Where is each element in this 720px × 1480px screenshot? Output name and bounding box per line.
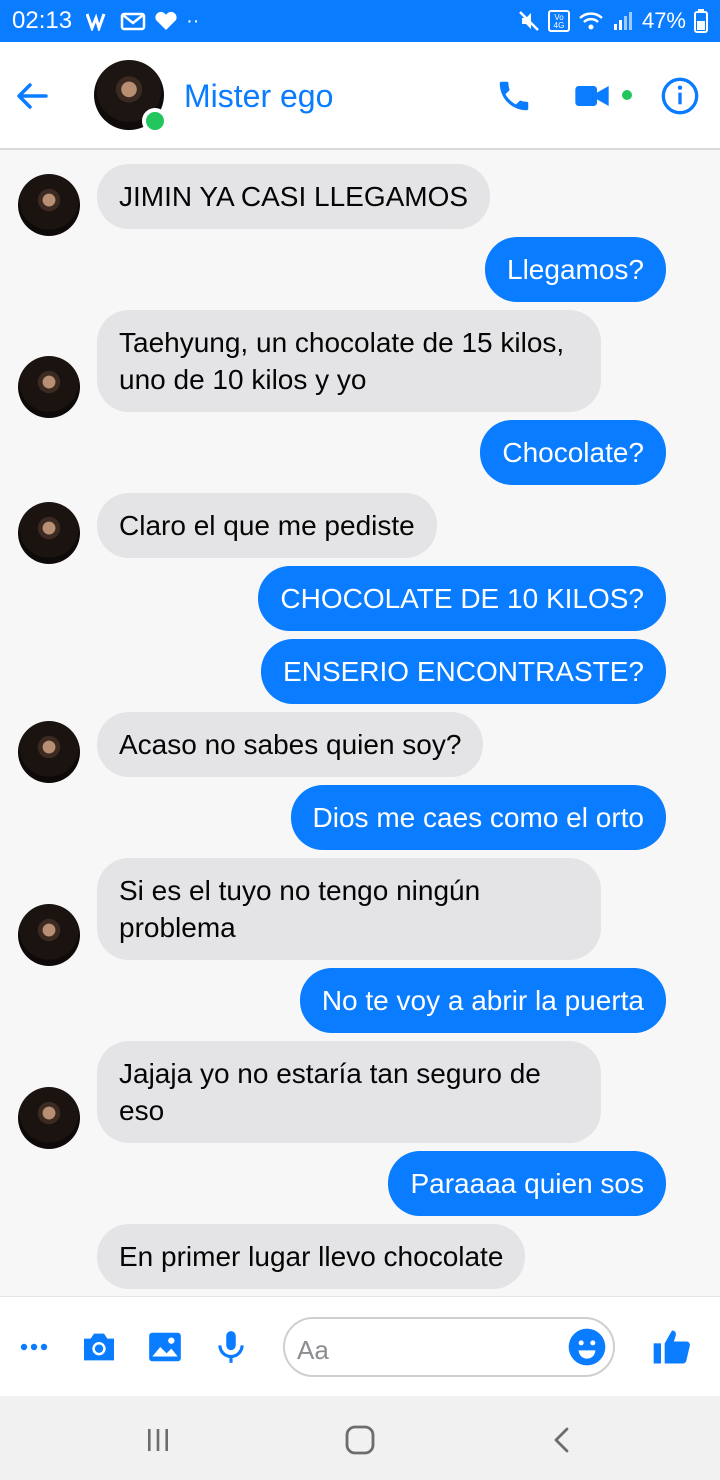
- mute-icon: [519, 11, 539, 31]
- like-button[interactable]: [650, 1325, 694, 1369]
- video-active-dot: [622, 90, 632, 100]
- video-camera-icon: [575, 86, 609, 106]
- voice-call-button[interactable]: [492, 74, 536, 118]
- message-bubble-incoming[interactable]: Taehyung, un chocolate de 15 kilos, uno …: [97, 310, 601, 412]
- info-icon: [661, 77, 699, 115]
- back-icon: [554, 1427, 569, 1453]
- heart-icon: [155, 11, 177, 30]
- svg-text:4G: 4G: [554, 21, 565, 30]
- message-bubble-incoming[interactable]: Si es el tuyo no tengo ningún problema: [97, 858, 601, 960]
- sender-avatar: [18, 356, 80, 418]
- gallery-button[interactable]: [143, 1325, 187, 1369]
- home-icon: [345, 1425, 375, 1455]
- message-bubble-incoming[interactable]: JIMIN YA CASI LLEGAMOS: [97, 164, 491, 229]
- status-bar: 02:13 ·· Vo 4G 47%: [0, 0, 720, 42]
- contact-avatar[interactable]: [94, 60, 168, 134]
- chat-header: Mister ego: [0, 42, 720, 150]
- more-icon: [20, 1343, 48, 1351]
- message-bubble-incoming[interactable]: Claro el que me pediste: [97, 493, 437, 558]
- microphone-icon: [218, 1331, 244, 1363]
- battery-icon: [694, 9, 708, 33]
- back-button[interactable]: [10, 74, 54, 118]
- message-input-placeholder: Aa: [297, 1335, 329, 1365]
- recent-apps-button[interactable]: [136, 1418, 180, 1462]
- recent-apps-icon: [148, 1429, 168, 1451]
- message-composer: Aa: [0, 1296, 720, 1396]
- phone-icon: [499, 81, 529, 111]
- system-navigation-bar: [0, 1396, 720, 1480]
- message-bubble-outgoing[interactable]: CHOCOLATE DE 10 KILOS?: [258, 566, 666, 631]
- message-list[interactable]: JIMIN YA CASI LLEGAMOS Llegamos? Taehyun…: [0, 150, 720, 1296]
- wifi-icon: [579, 12, 603, 30]
- message-input[interactable]: Aa: [283, 1317, 615, 1377]
- message-bubble-outgoing[interactable]: Llegamos?: [485, 237, 666, 302]
- message-bubble-incoming[interactable]: Jajaja yo no estaría tan seguro de eso: [97, 1041, 601, 1143]
- sender-avatar: [18, 1087, 80, 1149]
- signal-icon: [613, 12, 632, 30]
- like-icon: [653, 1330, 690, 1364]
- notification-icons: ··: [86, 11, 199, 31]
- emoji-icon[interactable]: [567, 1327, 607, 1367]
- sender-avatar: [18, 174, 80, 236]
- message-bubble-outgoing[interactable]: No te voy a abrir la puerta: [299, 968, 666, 1033]
- camera-button[interactable]: [77, 1325, 121, 1369]
- camera-icon: [84, 1333, 114, 1361]
- info-button[interactable]: [658, 74, 702, 118]
- sender-avatar: [18, 502, 80, 564]
- message-bubble-outgoing[interactable]: Paraaaa quien sos: [388, 1151, 666, 1216]
- gallery-icon: [149, 1332, 181, 1362]
- sender-avatar: [18, 904, 80, 966]
- message-bubble-incoming[interactable]: Acaso no sabes quien soy?: [97, 712, 484, 777]
- home-button[interactable]: [338, 1418, 382, 1462]
- more-notifications-icon: ··: [186, 10, 200, 32]
- message-bubble-outgoing[interactable]: Chocolate?: [480, 420, 666, 485]
- mail-icon: [120, 12, 146, 31]
- back-arrow-icon: [17, 83, 48, 109]
- status-time: 02:13: [12, 7, 73, 34]
- sender-avatar: [18, 721, 80, 783]
- contact-name[interactable]: Mister ego: [184, 78, 333, 115]
- more-actions-button[interactable]: [12, 1325, 56, 1369]
- volte-icon: Vo4G: [547, 10, 570, 32]
- video-call-button[interactable]: [570, 74, 614, 118]
- w-app-icon: [86, 13, 106, 31]
- battery-percent: 47%: [641, 8, 686, 33]
- message-bubble-incoming[interactable]: En primer lugar llevo chocolate: [97, 1224, 526, 1289]
- voice-message-button[interactable]: [209, 1325, 253, 1369]
- online-indicator: [142, 108, 168, 134]
- message-bubble-outgoing[interactable]: Dios me caes como el orto: [290, 785, 666, 850]
- system-icons: Vo 4G 47%: [518, 8, 708, 34]
- message-bubble-outgoing[interactable]: ENSERIO ENCONTRASTE?: [261, 639, 666, 704]
- back-nav-button[interactable]: [540, 1418, 584, 1462]
